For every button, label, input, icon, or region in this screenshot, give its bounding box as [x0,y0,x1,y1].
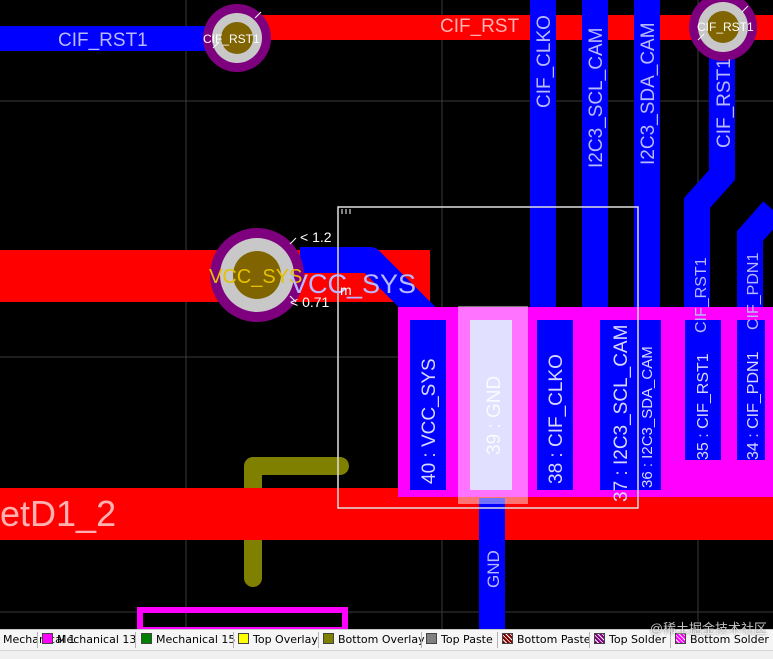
label-i2c3-scl-vertical: I2C3_SCL_CAM [586,28,607,168]
layer-tab-top-paste[interactable]: Top Paste [426,632,493,648]
pad-label-37: 37 : I2C3_SCL_CAM [611,325,632,502]
label-i2c3-sda-vertical: I2C3_SDA_CAM [638,22,659,165]
pad-mechanical-bottom [137,607,348,630]
pad-label-38: 38 : CIF_CLKO [546,354,567,484]
swatch-icon [238,633,249,644]
layer-tab-bottom-paste[interactable]: Bottom Paste [502,632,591,648]
label-cif-rst-top: CIF_RST [440,16,520,37]
label-gnd-bottom: GND [484,550,503,588]
label-vcc-sys-via: VCC_SYS [209,266,302,288]
watermark: @稀土掘金技术社区 [649,621,767,636]
dimension-upper-unit: m [340,282,352,298]
swatch-icon [323,633,334,644]
layer-tab-label: Bottom Paste [517,633,591,646]
label-netd1-2: etD1_2 [0,493,116,534]
hatched-swatch-icon [502,633,513,644]
label-cif-rst1-left: CIF_RST1 [58,30,148,51]
swatch-icon [141,633,152,644]
pad-label-39: 39 : GND [484,376,505,455]
pad-label-36: 36 : I2C3_SDA_CAM [639,346,656,488]
label-cif-rst1-via-right: CIF_RST1 [697,20,754,34]
pad-label-40: 40 : VCC_SYS [419,358,440,484]
pad-label-34: 34 : CIF_PDN1 [745,351,762,460]
layer-tab-label: Mechanical 15 [156,633,236,646]
layer-tab-top-overlay[interactable]: Top Overlay [238,632,318,648]
label-cif-rst1-vertical: CIF_RST1 [714,58,735,148]
swatch-icon [42,633,53,644]
layer-tab-label: Top Overlay [253,633,318,646]
layer-tab-bottom-overlay[interactable]: Bottom Overlay [323,632,425,648]
dimension-lower: < 0.71 [290,294,330,310]
layer-tab-bar: Mechanical 1 Mechanical 13 Mechanical 15… [0,621,773,659]
layer-tab-label: Mechanical 13 [57,633,137,646]
label-cif-rst1-via-left: CIF_RST1 [203,32,260,46]
layer-tab-label: Top Paste [441,633,493,646]
layer-tab-label: Bottom Overlay [338,633,425,646]
pad-label-35: 35 : CIF_RST1 [695,353,712,460]
label-cif-rst1-lower: CIF_RST1 [693,257,710,333]
layer-tab-mechanical-15[interactable]: Mechanical 15 [141,632,235,648]
hatched-swatch-icon [594,633,605,644]
label-cif-pdn1-lower: CIF_PDN1 [745,253,762,330]
swatch-icon [426,633,437,644]
pcb-canvas[interactable]: CIF_RST1 CIF_RST1 CIF_RST CIF_RST1 VCC_S… [0,0,773,630]
dimension-upper: < 1.2 [300,229,332,245]
label-cif-clko-vertical: CIF_CLKO [534,15,555,108]
layer-tab-mechanical-13[interactable]: Mechanical 13 [42,632,136,648]
